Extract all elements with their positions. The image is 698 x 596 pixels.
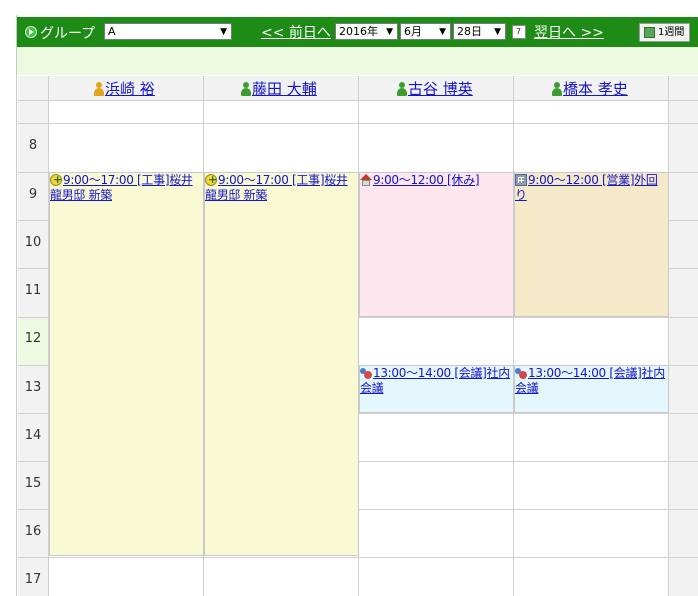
hour-label-15: 15: [24, 476, 42, 491]
user-icon-green: [552, 82, 562, 96]
event-block[interactable]: 9:00～12:00 [営業]外回り: [514, 172, 669, 317]
event-block[interactable]: 9:00～17:00 [工事]桜井龍男邸 新築: [49, 172, 204, 556]
construction-icon: [50, 173, 62, 187]
event-link[interactable]: 13:00～14:00 [会議]社内会議: [515, 366, 665, 395]
chevron-down-icon: ▼: [494, 27, 501, 37]
user-icon-green: [241, 82, 251, 96]
month-select-value: 6月: [404, 25, 422, 38]
event-block[interactable]: 13:00～14:00 [会議]社内会議: [514, 365, 669, 413]
chevron-down-icon: ▼: [386, 27, 393, 37]
hour-label-14: 14: [24, 428, 42, 443]
member-link-hamasaki[interactable]: 浜崎 裕: [94, 78, 155, 99]
user-icon-green: [397, 82, 407, 96]
hour-label-17: 17: [24, 572, 42, 587]
meeting-icon: [360, 367, 372, 379]
group-label: グループ: [40, 26, 96, 42]
week-button-label: 1週間: [658, 27, 685, 38]
prev-day-link[interactable]: << 前日へ: [261, 22, 331, 42]
grid-vline: [668, 76, 669, 596]
right-gutter: [669, 76, 698, 596]
hour-label-9: 9: [28, 187, 38, 202]
home-icon: [360, 174, 372, 186]
group-select-value: A: [108, 25, 116, 38]
calendar-icon[interactable]: 7: [512, 25, 526, 39]
event-link[interactable]: 13:00～14:00 [会議]社内会議: [360, 366, 510, 395]
event-link[interactable]: 9:00～12:00 [休み]: [373, 173, 480, 187]
hour-label-10: 10: [24, 235, 42, 250]
event-block[interactable]: 13:00～14:00 [会議]社内会議: [359, 365, 514, 413]
hour-label-8: 8: [28, 138, 38, 153]
user-icon-yellow: [94, 82, 104, 96]
hour-label-12: 12: [24, 331, 42, 346]
event-block[interactable]: 9:00～12:00 [休み]: [359, 172, 514, 317]
chevron-down-icon: ▼: [439, 27, 446, 37]
hour-label-16: 16: [24, 524, 42, 539]
event-block[interactable]: 9:00～17:00 [工事]桜井龍男邸 新築: [204, 172, 359, 556]
meeting-icon: [515, 367, 527, 379]
day-select[interactable]: 28日 ▼: [453, 23, 506, 40]
event-link[interactable]: 9:00～17:00 [工事]桜井龍男邸 新築: [205, 173, 348, 202]
member-link-hashimoto[interactable]: 橋本 孝史: [552, 78, 628, 99]
week-icon: [644, 27, 655, 38]
member-link-fujita[interactable]: 藤田 大輔: [241, 78, 317, 99]
next-day-link[interactable]: 翌日へ >>: [534, 22, 604, 42]
schedule-toolbar: グループ A ▼ << 前日へ 2016年 ▼ 6月 ▼ 28日 ▼ 7 翌日へ…: [17, 17, 698, 47]
group-play-icon: [25, 26, 37, 38]
day-schedule-grid: 浜崎 裕 藤田 大輔 古谷 博英 橋本 孝史 8 9 10 11 12 13 1…: [18, 76, 698, 596]
group-select[interactable]: A ▼: [104, 23, 232, 40]
toolbar-subbar: [17, 47, 698, 75]
building-icon: [515, 174, 527, 186]
event-link[interactable]: 9:00～17:00 [工事]桜井龍男邸 新築: [50, 173, 193, 202]
grid-vline: [513, 76, 514, 596]
chevron-down-icon: ▼: [220, 27, 227, 37]
day-select-value: 28日: [457, 25, 482, 38]
hour-label-11: 11: [24, 283, 42, 298]
year-select[interactable]: 2016年 ▼: [335, 23, 398, 40]
year-select-value: 2016年: [339, 25, 378, 38]
month-select[interactable]: 6月 ▼: [400, 23, 451, 40]
week-view-button[interactable]: 1週間: [639, 23, 690, 42]
event-link[interactable]: 9:00～12:00 [営業]外回り: [515, 173, 658, 202]
construction-icon: [205, 173, 217, 187]
member-link-furuya[interactable]: 古谷 博英: [397, 78, 473, 99]
hour-label-13: 13: [24, 380, 42, 395]
